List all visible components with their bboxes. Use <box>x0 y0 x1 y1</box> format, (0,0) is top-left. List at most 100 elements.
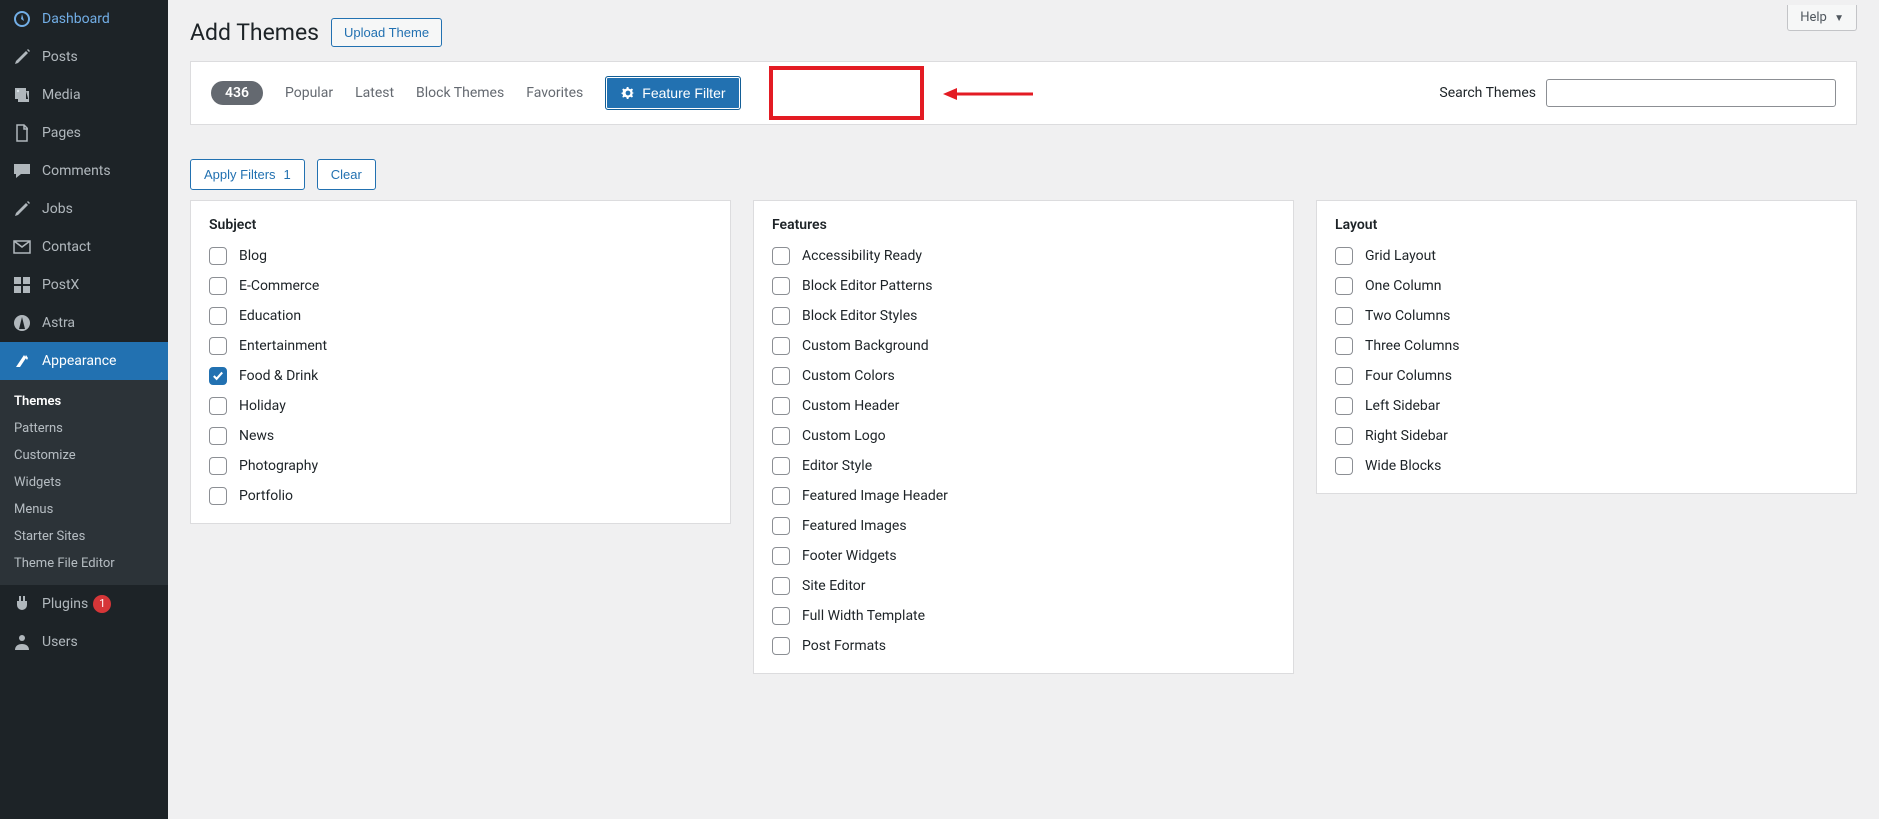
checkbox-features-custom-colors[interactable]: Custom Colors <box>772 367 1275 385</box>
sidebar-item-label: Dashboard <box>42 11 110 27</box>
checkbox-layout-wide-blocks[interactable]: Wide Blocks <box>1335 457 1838 475</box>
checkbox-layout-four-columns[interactable]: Four Columns <box>1335 367 1838 385</box>
feature-filter-button[interactable]: Feature Filter <box>605 76 740 110</box>
annotation-highlight-box <box>769 66 924 120</box>
checkbox-icon <box>1335 367 1353 385</box>
sidebar-item-astra[interactable]: Astra <box>0 304 168 342</box>
checkbox-icon <box>772 277 790 295</box>
tab-favorites[interactable]: Favorites <box>526 85 583 101</box>
sidebar-item-label: PostX <box>42 277 79 293</box>
checkbox-layout-three-columns[interactable]: Three Columns <box>1335 337 1838 355</box>
tab-popular[interactable]: Popular <box>285 85 333 101</box>
help-tab[interactable]: Help ▼ <box>1787 5 1857 31</box>
sidebar-item-postx[interactable]: PostX <box>0 266 168 304</box>
checkbox-icon <box>772 337 790 355</box>
checkbox-label: Grid Layout <box>1365 248 1436 264</box>
checkbox-features-featured-image-header[interactable]: Featured Image Header <box>772 487 1275 505</box>
sidebar-item-appearance[interactable]: Appearance <box>0 342 168 380</box>
checkbox-label: Education <box>239 308 301 324</box>
gear-icon <box>620 85 636 101</box>
comments-icon <box>12 161 32 181</box>
posts-icon <box>12 199 32 219</box>
checkbox-layout-one-column[interactable]: One Column <box>1335 277 1838 295</box>
pages-icon <box>12 123 32 143</box>
sidebar-subitem-widgets[interactable]: Widgets <box>0 469 168 496</box>
checkbox-label: Portfolio <box>239 488 293 504</box>
checkbox-layout-two-columns[interactable]: Two Columns <box>1335 307 1838 325</box>
checkbox-label: Footer Widgets <box>802 548 897 564</box>
checkbox-features-site-editor[interactable]: Site Editor <box>772 577 1275 595</box>
checkbox-label: News <box>239 428 274 444</box>
users-icon <box>12 632 32 652</box>
clear-button[interactable]: Clear <box>317 159 376 190</box>
checkbox-icon <box>209 487 227 505</box>
sidebar-subitem-themes[interactable]: Themes <box>0 388 168 415</box>
checkbox-features-custom-background[interactable]: Custom Background <box>772 337 1275 355</box>
checkbox-layout-grid-layout[interactable]: Grid Layout <box>1335 247 1838 265</box>
filter-panel: 436 PopularLatestBlock ThemesFavorites F… <box>190 61 1857 125</box>
sidebar-item-users[interactable]: Users <box>0 623 168 661</box>
checkbox-features-custom-header[interactable]: Custom Header <box>772 397 1275 415</box>
sidebar-item-label: Contact <box>42 239 91 255</box>
checkbox-subject-entertainment[interactable]: Entertainment <box>209 337 712 355</box>
search-label: Search Themes <box>1439 85 1536 101</box>
sidebar-subitem-starter-sites[interactable]: Starter Sites <box>0 523 168 550</box>
checkbox-icon <box>209 367 227 385</box>
checkbox-features-full-width-template[interactable]: Full Width Template <box>772 607 1275 625</box>
checkbox-features-featured-images[interactable]: Featured Images <box>772 517 1275 535</box>
checkbox-label: Custom Colors <box>802 368 895 384</box>
checkbox-label: Three Columns <box>1365 338 1459 354</box>
checkbox-subject-holiday[interactable]: Holiday <box>209 397 712 415</box>
sidebar-item-media[interactable]: Media <box>0 76 168 114</box>
contact-icon <box>12 237 32 257</box>
sidebar-subitem-customize[interactable]: Customize <box>0 442 168 469</box>
apply-filters-button[interactable]: Apply Filters 1 <box>190 159 305 190</box>
tab-block-themes[interactable]: Block Themes <box>416 85 504 101</box>
checkbox-subject-education[interactable]: Education <box>209 307 712 325</box>
annotation-arrow <box>943 84 1033 108</box>
checkbox-features-accessibility-ready[interactable]: Accessibility Ready <box>772 247 1275 265</box>
checkbox-icon <box>209 247 227 265</box>
checkbox-icon <box>772 607 790 625</box>
filter-actions: Apply Filters 1 Clear <box>190 145 1857 200</box>
checkbox-layout-right-sidebar[interactable]: Right Sidebar <box>1335 427 1838 445</box>
checkbox-subject-blog[interactable]: Blog <box>209 247 712 265</box>
checkbox-label: Post Formats <box>802 638 886 654</box>
checkbox-features-block-editor-patterns[interactable]: Block Editor Patterns <box>772 277 1275 295</box>
checkbox-subject-portfolio[interactable]: Portfolio <box>209 487 712 505</box>
sidebar-item-plugins[interactable]: Plugins1 <box>0 585 168 623</box>
checkbox-features-footer-widgets[interactable]: Footer Widgets <box>772 547 1275 565</box>
checkbox-label: Food & Drink <box>239 368 318 384</box>
checkbox-features-block-editor-styles[interactable]: Block Editor Styles <box>772 307 1275 325</box>
sidebar-subitem-theme-file-editor[interactable]: Theme File Editor <box>0 550 168 577</box>
search-input[interactable] <box>1546 79 1836 107</box>
checkbox-features-editor-style[interactable]: Editor Style <box>772 457 1275 475</box>
sidebar-item-label: Astra <box>42 315 75 331</box>
checkbox-subject-news[interactable]: News <box>209 427 712 445</box>
sidebar-item-comments[interactable]: Comments <box>0 152 168 190</box>
checkbox-icon <box>772 247 790 265</box>
checkbox-label: Block Editor Patterns <box>802 278 932 294</box>
sidebar-item-pages[interactable]: Pages <box>0 114 168 152</box>
sidebar-item-contact[interactable]: Contact <box>0 228 168 266</box>
checkbox-subject-food-drink[interactable]: Food & Drink <box>209 367 712 385</box>
checkbox-subject-photography[interactable]: Photography <box>209 457 712 475</box>
sidebar-subitem-patterns[interactable]: Patterns <box>0 415 168 442</box>
sidebar-item-jobs[interactable]: Jobs <box>0 190 168 228</box>
checkbox-subject-e-commerce[interactable]: E-Commerce <box>209 277 712 295</box>
checkbox-features-post-formats[interactable]: Post Formats <box>772 637 1275 655</box>
checkbox-features-custom-logo[interactable]: Custom Logo <box>772 427 1275 445</box>
upload-theme-button[interactable]: Upload Theme <box>331 18 442 47</box>
checkbox-layout-left-sidebar[interactable]: Left Sidebar <box>1335 397 1838 415</box>
checkbox-icon <box>209 457 227 475</box>
filter-bar: 436 PopularLatestBlock ThemesFavorites F… <box>191 62 1856 124</box>
tab-latest[interactable]: Latest <box>355 85 394 101</box>
sidebar-subitem-menus[interactable]: Menus <box>0 496 168 523</box>
plugins-icon <box>12 594 32 614</box>
checkbox-icon <box>772 517 790 535</box>
sidebar-item-dashboard[interactable]: Dashboard <box>0 0 168 38</box>
sidebar-item-posts[interactable]: Posts <box>0 38 168 76</box>
checkbox-icon <box>1335 277 1353 295</box>
page-title: Add Themes <box>190 19 319 46</box>
sidebar-item-label: Posts <box>42 49 78 65</box>
